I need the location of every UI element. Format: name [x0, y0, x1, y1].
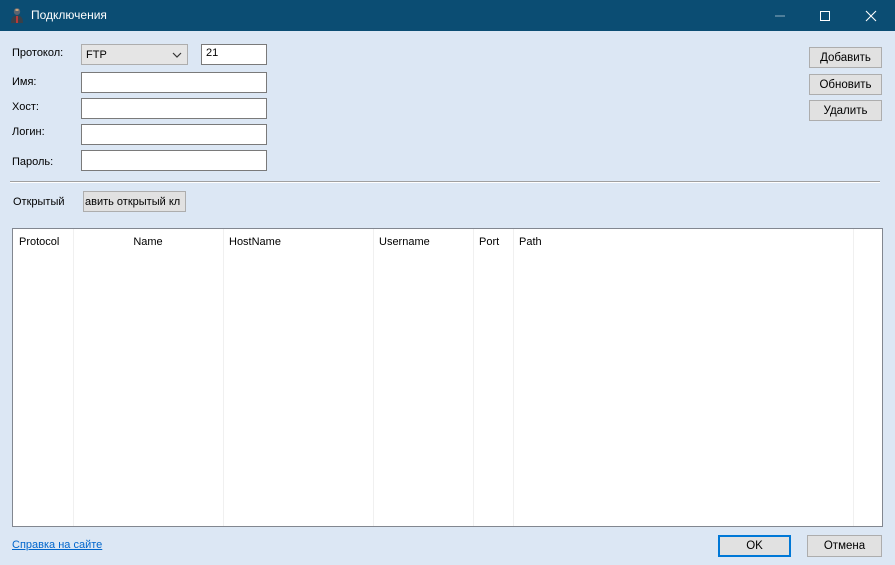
add-button[interactable]: Добавить	[809, 47, 882, 68]
login-input[interactable]	[81, 124, 267, 145]
minimize-button[interactable]	[757, 0, 803, 31]
column-header-hostname[interactable]: HostName	[229, 236, 281, 248]
close-button[interactable]	[848, 0, 894, 31]
title-bar: Подключения	[0, 0, 895, 31]
minimize-icon	[775, 15, 785, 17]
window-title: Подключения	[31, 8, 107, 22]
column-divider	[853, 229, 854, 526]
name-label: Имя:	[12, 76, 37, 88]
column-divider	[473, 229, 474, 526]
column-divider	[373, 229, 374, 526]
protocol-select[interactable]: FTP	[81, 44, 188, 65]
connections-table[interactable]: Protocol Name HostName Username Port Pat…	[12, 228, 883, 527]
chevron-down-icon	[172, 52, 182, 58]
key-label: Открытый	[13, 196, 65, 208]
column-divider	[73, 229, 74, 526]
ok-button[interactable]: OK	[718, 535, 791, 557]
add-public-key-button[interactable]: авить открытый кл	[83, 191, 186, 212]
help-link[interactable]: Справка на сайте	[12, 539, 102, 551]
separator	[10, 181, 880, 183]
column-header-path[interactable]: Path	[519, 236, 542, 248]
delete-button[interactable]: Удалить	[809, 100, 882, 121]
protocol-label: Протокол:	[12, 47, 64, 59]
password-input[interactable]	[81, 150, 267, 171]
maximize-icon	[820, 11, 830, 21]
login-label: Логин:	[12, 126, 45, 138]
port-input[interactable]: 21	[201, 44, 267, 65]
column-divider	[223, 229, 224, 526]
host-input[interactable]	[81, 98, 267, 119]
maximize-button[interactable]	[802, 0, 848, 31]
column-header-protocol[interactable]: Protocol	[19, 236, 59, 248]
close-icon	[865, 10, 877, 22]
password-label: Пароль:	[12, 156, 54, 168]
update-button[interactable]: Обновить	[809, 74, 882, 95]
column-header-port[interactable]: Port	[479, 236, 499, 248]
host-label: Хост:	[12, 101, 39, 113]
column-header-username[interactable]: Username	[379, 236, 430, 248]
app-icon	[11, 8, 23, 23]
column-header-name[interactable]: Name	[73, 236, 223, 248]
column-divider	[513, 229, 514, 526]
cancel-button[interactable]: Отмена	[807, 535, 882, 557]
name-input[interactable]	[81, 72, 267, 93]
protocol-value: FTP	[86, 49, 107, 61]
